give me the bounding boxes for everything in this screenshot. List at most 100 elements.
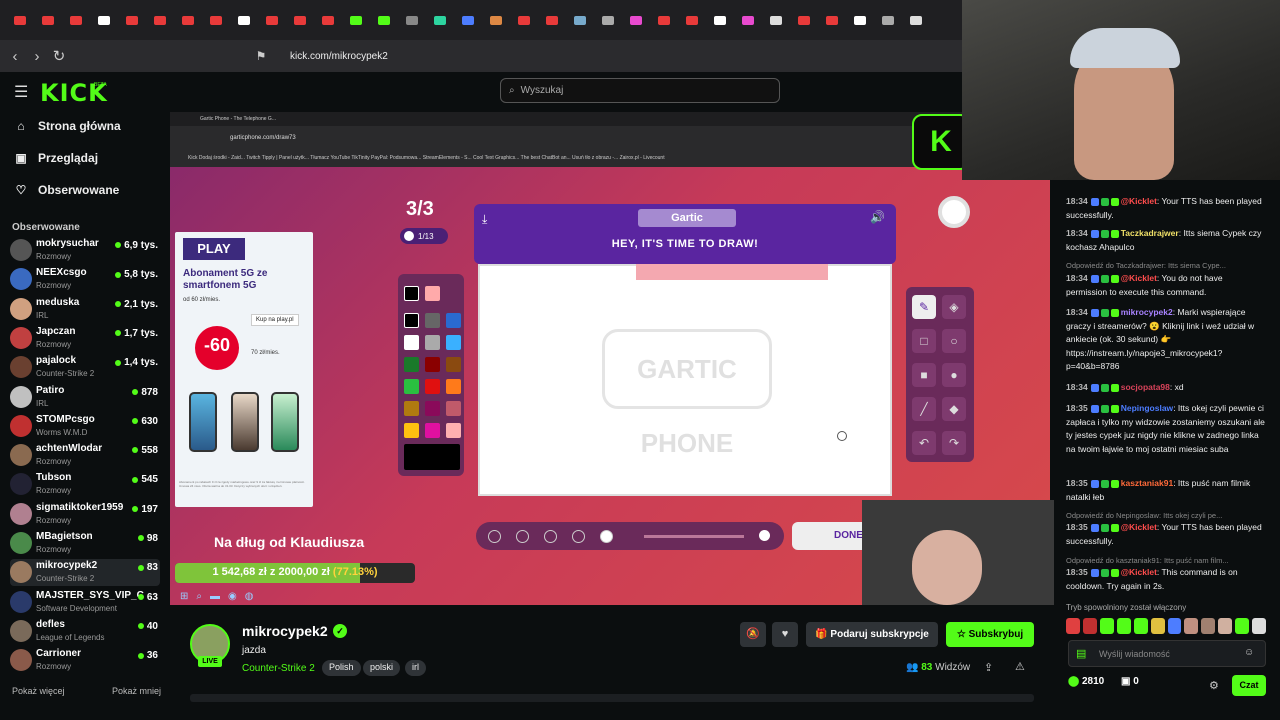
followed-channel[interactable]: meduska IRL 2,1 tys.: [10, 296, 160, 323]
fill-bucket-icon[interactable]: ◆: [942, 397, 966, 421]
browser-tab[interactable]: [902, 6, 930, 34]
pencil-icon[interactable]: ✎: [912, 295, 936, 319]
browser-tab[interactable]: [678, 6, 706, 34]
browser-tab[interactable]: [454, 6, 482, 34]
chat-username[interactable]: mikrocypek2: [1121, 307, 1173, 317]
color-swatch[interactable]: [404, 423, 419, 438]
color-swatch[interactable]: [404, 401, 419, 416]
line-icon[interactable]: ╱: [912, 397, 936, 421]
color-swatch[interactable]: [425, 357, 440, 372]
browser-tab[interactable]: [734, 6, 762, 34]
browser-tab[interactable]: [846, 6, 874, 34]
subscribe-button[interactable]: ☆ Subskrybuj: [946, 622, 1034, 647]
back-icon[interactable]: ‹: [4, 48, 26, 65]
bookmark-icon[interactable]: ⚑: [250, 49, 272, 63]
tag-polish[interactable]: Polish: [322, 660, 361, 676]
color-swatch[interactable]: [446, 357, 461, 372]
browser-tab[interactable]: [426, 6, 454, 34]
followed-channel[interactable]: sigmatiktoker1959 Rozmowy 197: [10, 501, 160, 528]
followed-channel[interactable]: MBagietson Rozmowy 98: [10, 530, 160, 557]
chat-pin-icon[interactable]: ▤: [1076, 647, 1086, 660]
emote-icon[interactable]: [1082, 618, 1097, 634]
emote-icon[interactable]: [1133, 618, 1148, 634]
rectangle-fill-icon[interactable]: ■: [912, 363, 936, 387]
chat-username[interactable]: @Kicklet: [1121, 196, 1157, 206]
opacity-slider-handle[interactable]: [759, 530, 770, 541]
chat-settings-icon[interactable]: ⚙: [1209, 679, 1219, 692]
undo-icon[interactable]: ↶: [912, 431, 936, 455]
tag-polski[interactable]: polski: [363, 660, 401, 676]
chat-username[interactable]: kasztaniak91: [1121, 478, 1173, 488]
opacity-slider[interactable]: [644, 535, 744, 538]
browser-tab[interactable]: [230, 6, 258, 34]
forward-icon[interactable]: ›: [26, 48, 48, 65]
emoji-icon[interactable]: ☺: [1244, 647, 1254, 658]
report-icon[interactable]: ⚠: [1015, 660, 1025, 673]
rectangle-outline-icon[interactable]: □: [912, 329, 936, 353]
browser-tab[interactable]: [202, 6, 230, 34]
browser-tab[interactable]: [622, 6, 650, 34]
reload-icon[interactable]: ↻: [48, 47, 70, 65]
color-swatch[interactable]: [404, 357, 419, 372]
followed-channel[interactable]: MAJSTER_SYS_VIP_C Software Development 63: [10, 589, 160, 616]
url-field[interactable]: kick.com/mikrocypek2: [290, 51, 388, 62]
followed-channel[interactable]: mikrocypek2 Counter-Strike 2 83: [10, 559, 160, 587]
browser-tab[interactable]: [874, 6, 902, 34]
browser-tab[interactable]: [762, 6, 790, 34]
emote-icon[interactable]: [1201, 618, 1216, 634]
color-swatch[interactable]: [446, 423, 461, 438]
chat-send-button[interactable]: Czat: [1232, 675, 1266, 696]
chat-username[interactable]: @Kicklet: [1121, 567, 1157, 577]
nav-following[interactable]: ♡ Obserwowane: [14, 183, 120, 197]
chat-username[interactable]: @Kicklet: [1121, 273, 1157, 283]
color-swatch[interactable]: [446, 379, 461, 394]
stream-category[interactable]: Counter-Strike 2: [242, 663, 315, 674]
followed-channel[interactable]: Japczan Rozmowy 1,7 tys.: [10, 325, 160, 352]
color-swatch[interactable]: [425, 286, 440, 301]
browser-tab[interactable]: [706, 6, 734, 34]
browser-tab[interactable]: [650, 6, 678, 34]
followed-channel[interactable]: NEEXcsgo Rozmowy 5,8 tys.: [10, 266, 160, 293]
emote-icon[interactable]: [1099, 618, 1114, 634]
browser-tab[interactable]: [118, 6, 146, 34]
chat-username[interactable]: Nepingoslaw: [1121, 403, 1173, 413]
color-swatch[interactable]: [446, 335, 461, 350]
emote-bar[interactable]: [1066, 618, 1267, 636]
gift-subscriptions-button[interactable]: 🎁 Podaruj subskrypcje: [806, 622, 938, 647]
followed-channel[interactable]: STOMPcsgo Worms W.M.D 630: [10, 413, 160, 440]
browser-tab[interactable]: [6, 6, 34, 34]
followed-channel[interactable]: mokrysuchar Rozmowy 6,9 tys.: [10, 237, 160, 264]
browser-tab[interactable]: [258, 6, 286, 34]
circle-fill-icon[interactable]: ●: [942, 363, 966, 387]
browser-tab[interactable]: [146, 6, 174, 34]
drawing-tools[interactable]: ✎ ◈ □ ○ ■ ● ╱ ◆ ↶ ↷: [906, 287, 974, 462]
color-swatch[interactable]: [425, 335, 440, 350]
eraser-icon[interactable]: ◈: [942, 295, 966, 319]
brush-size-option[interactable]: [572, 530, 585, 543]
browser-tab[interactable]: [370, 6, 398, 34]
followed-channel[interactable]: Patiro IRL 878: [10, 384, 160, 411]
done-button[interactable]: DONE: [792, 522, 872, 550]
browser-tab[interactable]: [174, 6, 202, 34]
followed-channel[interactable]: Carrioner Rozmowy 36: [10, 647, 160, 674]
channel-name[interactable]: mikrocypek2: [242, 623, 328, 639]
redo-icon[interactable]: ↷: [942, 431, 966, 455]
browser-tab[interactable]: [510, 6, 538, 34]
hamburger-menu-icon[interactable]: ☰: [14, 82, 28, 102]
browser-tab[interactable]: [314, 6, 342, 34]
brush-size-option[interactable]: [488, 530, 501, 543]
color-swatch[interactable]: [404, 313, 419, 328]
color-swatch[interactable]: [404, 379, 419, 394]
emote-icon[interactable]: [1167, 618, 1182, 634]
followed-channel[interactable]: pajalock Counter-Strike 2 1,4 tys.: [10, 354, 160, 381]
brush-size-option-selected[interactable]: [600, 530, 613, 543]
follow-heart-button[interactable]: ♥: [772, 622, 798, 647]
followed-channel[interactable]: defles League of Legends 40: [10, 618, 160, 645]
browser-tab[interactable]: [34, 6, 62, 34]
brush-size-option[interactable]: [516, 530, 529, 543]
chat-username[interactable]: @Kicklet: [1121, 522, 1157, 532]
chat-input[interactable]: Wyślij wiadomość: [1068, 640, 1266, 667]
browser-tab[interactable]: [594, 6, 622, 34]
mute-notifications-button[interactable]: 🔕: [740, 622, 766, 647]
emote-icon[interactable]: [1184, 618, 1199, 634]
